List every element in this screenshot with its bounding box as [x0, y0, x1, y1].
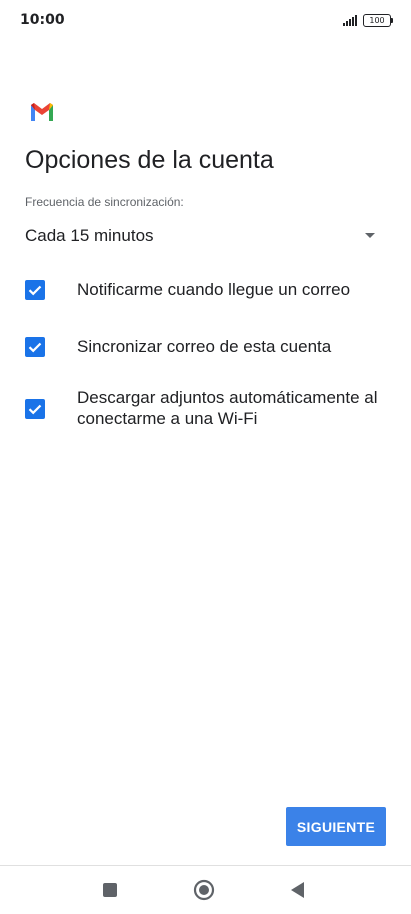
page-title: Opciones de la cuenta: [25, 146, 274, 174]
next-button[interactable]: SIGUIENTE: [286, 807, 386, 846]
checkbox-download[interactable]: [25, 399, 45, 419]
status-icons: 100: [343, 12, 393, 28]
back-icon[interactable]: [283, 876, 311, 904]
option-label: Sincronizar correo de esta cuenta: [77, 337, 332, 356]
status-bar: 10:00 100: [0, 0, 411, 40]
checkbox-sync[interactable]: [25, 337, 45, 357]
checkbox-notify[interactable]: [25, 280, 45, 300]
home-icon[interactable]: [190, 876, 218, 904]
battery-level: 100: [369, 15, 385, 25]
option-label: Notificarme cuando llegue un correo: [77, 280, 351, 299]
status-time: 10:00: [20, 12, 65, 28]
option-sync[interactable]: Sincronizar correo de esta cuenta: [25, 335, 385, 359]
gmail-logo-icon: [26, 96, 58, 128]
recents-icon[interactable]: [96, 876, 124, 904]
battery-icon: 100: [363, 13, 393, 27]
navigation-bar: [0, 866, 411, 914]
sync-frequency-dropdown[interactable]: Cada 15 minutos: [25, 222, 385, 250]
signal-icon: [343, 14, 357, 26]
option-download[interactable]: Descargar adjuntos automáticamente al co…: [25, 387, 385, 433]
sync-frequency-label: Frecuencia de sincronización:: [25, 195, 184, 209]
dropdown-arrow-icon: [365, 233, 375, 238]
checkmark-icon: [28, 342, 42, 353]
option-notify[interactable]: Notificarme cuando llegue un correo: [25, 278, 385, 302]
checkmark-icon: [28, 285, 42, 296]
checkmark-icon: [28, 404, 42, 415]
sync-frequency-value: Cada 15 minutos: [25, 226, 154, 245]
option-label: Descargar adjuntos automáticamente al co…: [77, 388, 378, 428]
